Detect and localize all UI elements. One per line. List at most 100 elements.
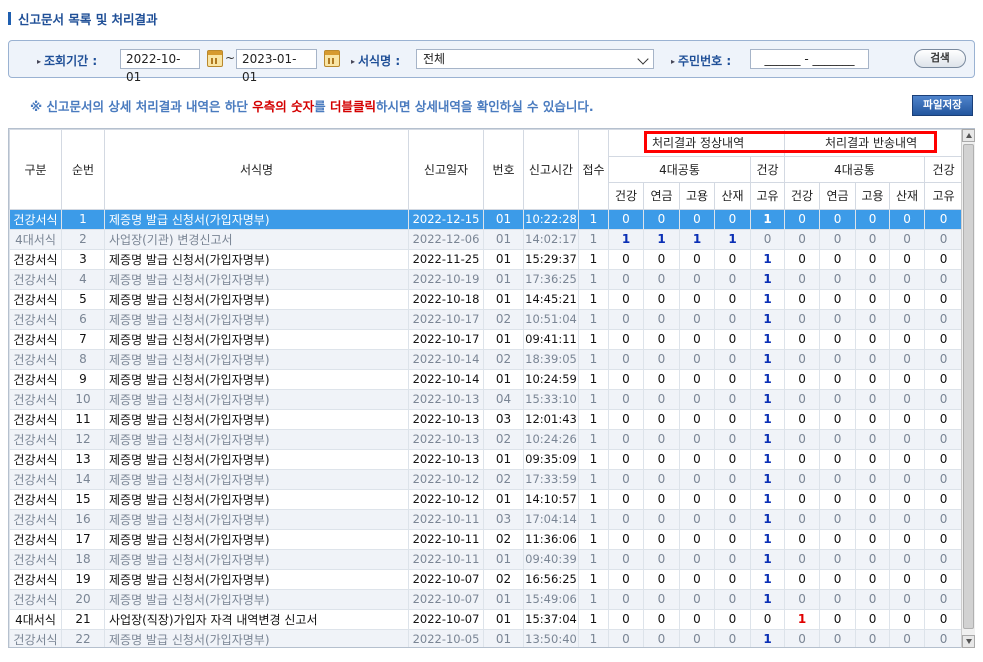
table-row[interactable]: 건강서식 6 제증명 발급 신청서(가입자명부) 2022-10-17 02 10:51:…	[9, 308, 964, 330]
return-result-1[interactable]: 0	[819, 468, 857, 490]
normal-result-4[interactable]: 1	[749, 428, 786, 450]
normal-result-1[interactable]: 0	[643, 628, 680, 647]
return-result-3[interactable]: 0	[889, 528, 926, 550]
return-result-2[interactable]: 0	[855, 488, 891, 510]
normal-result-0[interactable]: 0	[608, 468, 644, 490]
normal-result-0[interactable]: 0	[608, 348, 644, 370]
normal-result-2[interactable]: 0	[679, 468, 715, 490]
return-result-2[interactable]: 0	[855, 208, 891, 230]
normal-result-2[interactable]: 0	[679, 388, 715, 410]
return-result-4[interactable]: 0	[924, 428, 964, 450]
normal-result-1[interactable]: 0	[643, 468, 680, 490]
return-result-2[interactable]: 0	[855, 468, 891, 490]
normal-result-4[interactable]: 1	[749, 468, 786, 490]
normal-result-0[interactable]: 0	[608, 268, 644, 290]
normal-result-3[interactable]: 0	[714, 308, 751, 330]
return-result-1[interactable]: 0	[819, 608, 857, 630]
normal-result-4[interactable]: 1	[749, 508, 786, 530]
normal-result-3[interactable]: 0	[714, 428, 751, 450]
normal-result-4[interactable]: 1	[749, 328, 786, 350]
normal-result-2[interactable]: 0	[679, 328, 715, 350]
return-result-2[interactable]: 0	[855, 568, 891, 590]
return-result-1[interactable]: 0	[819, 528, 857, 550]
return-result-4[interactable]: 0	[924, 208, 964, 230]
return-result-0[interactable]: 0	[784, 348, 821, 370]
return-result-3[interactable]: 0	[889, 548, 926, 570]
normal-result-0[interactable]: 1	[608, 228, 644, 250]
normal-result-2[interactable]: 0	[679, 308, 715, 330]
normal-result-1[interactable]: 0	[643, 548, 680, 570]
return-result-4[interactable]: 0	[924, 448, 964, 470]
table-row[interactable]: 건강서식 4 제증명 발급 신청서(가입자명부) 2022-10-19 01 17:36:…	[9, 268, 964, 290]
normal-result-4[interactable]: 1	[749, 348, 786, 370]
return-result-0[interactable]: 0	[784, 388, 821, 410]
table-row[interactable]: 건강서식 5 제증명 발급 신청서(가입자명부) 2022-10-18 01 14:45:…	[9, 288, 964, 310]
normal-result-4[interactable]: 1	[749, 408, 786, 430]
table-row[interactable]: 건강서식 14 제증명 발급 신청서(가입자명부) 2022-10-12 02 17:33…	[9, 468, 964, 490]
normal-result-1[interactable]: 0	[643, 528, 680, 550]
return-result-2[interactable]: 0	[855, 528, 891, 550]
return-result-2[interactable]: 0	[855, 288, 891, 310]
return-result-0[interactable]: 0	[784, 248, 821, 270]
calendar-from-icon[interactable]	[207, 50, 223, 67]
normal-result-4[interactable]: 1	[749, 548, 786, 570]
table-row[interactable]: 건강서식 10 제증명 발급 신청서(가입자명부) 2022-10-13 04 15:33…	[9, 388, 964, 410]
normal-result-2[interactable]: 0	[679, 568, 715, 590]
normal-result-2[interactable]: 0	[679, 488, 715, 510]
normal-result-4[interactable]: 1	[749, 208, 786, 230]
normal-result-2[interactable]: 1	[679, 228, 715, 250]
return-result-1[interactable]: 0	[819, 388, 857, 410]
return-result-3[interactable]: 0	[889, 628, 926, 647]
normal-result-4[interactable]: 1	[749, 288, 786, 310]
return-result-3[interactable]: 0	[889, 428, 926, 450]
normal-result-2[interactable]: 0	[679, 508, 715, 530]
normal-result-2[interactable]: 0	[679, 588, 715, 610]
normal-result-4[interactable]: 1	[749, 628, 786, 647]
normal-result-1[interactable]: 0	[643, 388, 680, 410]
normal-result-3[interactable]: 0	[714, 568, 751, 590]
normal-result-2[interactable]: 0	[679, 548, 715, 570]
return-result-4[interactable]: 0	[924, 288, 964, 310]
normal-result-4[interactable]: 1	[749, 388, 786, 410]
return-result-4[interactable]: 0	[924, 588, 964, 610]
table-row[interactable]: 건강서식 13 제증명 발급 신청서(가입자명부) 2022-10-13 01 09:35…	[9, 448, 964, 470]
return-result-2[interactable]: 0	[855, 408, 891, 430]
return-result-2[interactable]: 0	[855, 548, 891, 570]
return-result-1[interactable]: 0	[819, 268, 857, 290]
return-result-2[interactable]: 0	[855, 348, 891, 370]
normal-result-2[interactable]: 0	[679, 208, 715, 230]
normal-result-0[interactable]: 0	[608, 488, 644, 510]
table-row[interactable]: 건강서식 7 제증명 발급 신청서(가입자명부) 2022-10-17 01 09:41:…	[9, 328, 964, 350]
return-result-2[interactable]: 0	[855, 428, 891, 450]
return-result-4[interactable]: 0	[924, 348, 964, 370]
return-result-0[interactable]: 0	[784, 528, 821, 550]
normal-result-3[interactable]: 0	[714, 608, 751, 630]
return-result-3[interactable]: 0	[889, 468, 926, 490]
return-result-2[interactable]: 0	[855, 608, 891, 630]
return-result-0[interactable]: 0	[784, 428, 821, 450]
return-result-1[interactable]: 0	[819, 448, 857, 470]
table-row[interactable]: 건강서식 16 제증명 발급 신청서(가입자명부) 2022-10-11 03 17:04…	[9, 508, 964, 530]
return-result-4[interactable]: 0	[924, 268, 964, 290]
normal-result-3[interactable]: 1	[714, 228, 751, 250]
return-result-3[interactable]: 0	[889, 448, 926, 470]
return-result-0[interactable]: 0	[784, 208, 821, 230]
normal-result-3[interactable]: 0	[714, 348, 751, 370]
normal-result-3[interactable]: 0	[714, 628, 751, 647]
return-result-3[interactable]: 0	[889, 608, 926, 630]
normal-result-2[interactable]: 0	[679, 528, 715, 550]
normal-result-1[interactable]: 0	[643, 328, 680, 350]
return-result-2[interactable]: 0	[855, 448, 891, 470]
normal-result-2[interactable]: 0	[679, 248, 715, 270]
form-select[interactable]: 전체	[416, 49, 654, 69]
return-result-0[interactable]: 0	[784, 568, 821, 590]
normal-result-1[interactable]: 0	[643, 288, 680, 310]
normal-result-1[interactable]: 0	[643, 308, 680, 330]
return-result-1[interactable]: 0	[819, 488, 857, 510]
return-result-1[interactable]: 0	[819, 628, 857, 647]
normal-result-0[interactable]: 0	[608, 628, 644, 647]
return-result-3[interactable]: 0	[889, 308, 926, 330]
table-row[interactable]: 건강서식 11 제증명 발급 신청서(가입자명부) 2022-10-13 03 12:01…	[9, 408, 964, 430]
normal-result-0[interactable]: 0	[608, 328, 644, 350]
normal-result-1[interactable]: 0	[643, 348, 680, 370]
